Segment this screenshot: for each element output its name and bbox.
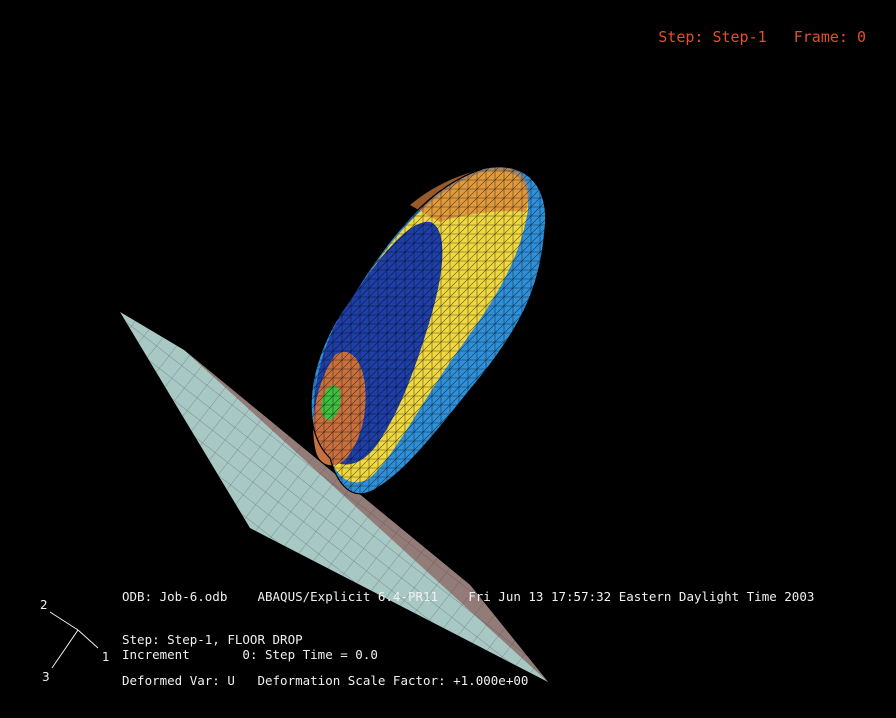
scale-factor: Deformation Scale Factor: +1.000e+00 <box>257 673 529 688</box>
deformation-line: Deformed Var: U Deformation Scale Factor… <box>122 673 528 688</box>
axis-1-label: 1 <box>102 650 110 664</box>
odb-info-line: ODB: Job-6.odb ABAQUS/Explicit 6.4-PR11 … <box>122 589 814 604</box>
deformed-var: Deformed Var: U <box>122 673 235 688</box>
increment-label: Increment <box>122 647 190 662</box>
axis-2-label: 2 <box>40 598 48 612</box>
increment-value: 0: Step Time = 0.0 <box>242 647 378 662</box>
axis-3-label: 3 <box>42 670 50 684</box>
run-date: Fri Jun 13 17:57:32 Eastern Daylight Tim… <box>468 589 815 604</box>
viewport[interactable]: Step: Step-1 Frame: 0 ODB: Job-6.odb ABA… <box>0 0 896 718</box>
solver-version: ABAQUS/Explicit 6.4-PR11 <box>257 589 439 604</box>
axis-triad <box>49 611 99 669</box>
deformed-body[interactable] <box>310 166 547 495</box>
step-line: Step: Step-1, FLOOR DROP <box>122 632 303 647</box>
frame-label: Frame: 0 <box>793 28 866 46</box>
viewport-title: Step: Step-1 Frame: 0 <box>622 10 866 64</box>
step-label: Step: Step-1 <box>658 28 767 46</box>
model-scene[interactable] <box>0 0 896 718</box>
odb-name: ODB: Job-6.odb <box>122 589 228 604</box>
increment-line: Increment 0: Step Time = 0.0 <box>122 647 378 662</box>
